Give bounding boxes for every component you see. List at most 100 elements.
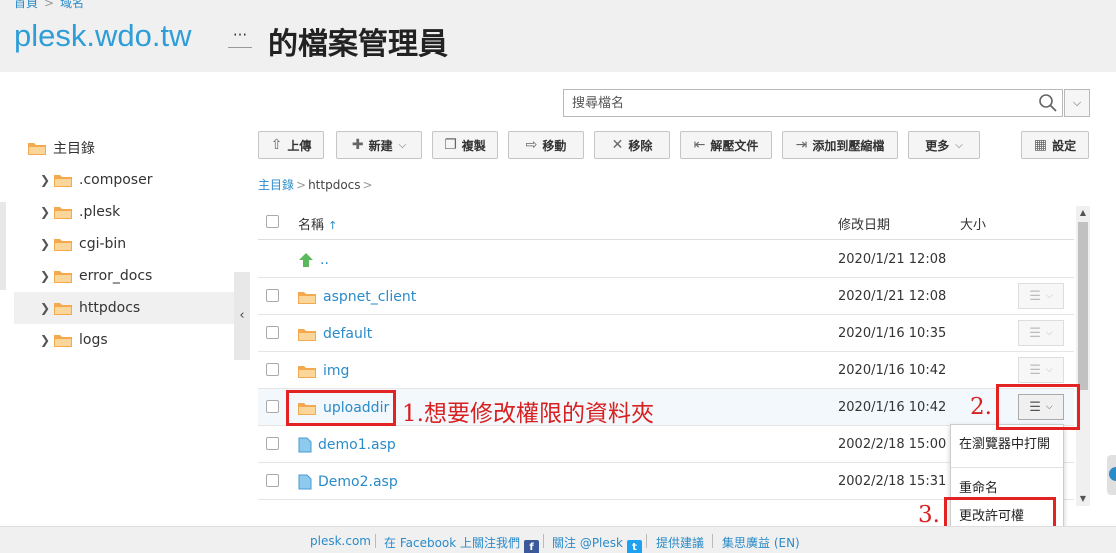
tree-item-plesk[interactable]: ❯ .plesk — [14, 196, 234, 228]
chevron-right-icon[interactable]: ❯ — [40, 301, 54, 315]
folder-icon — [54, 303, 72, 315]
scroll-up-icon[interactable]: ▲ — [1076, 206, 1090, 220]
footer-twitter-label: 關注 @Plesk — [552, 536, 623, 550]
menu-item-rename[interactable]: 重命名 — [959, 477, 998, 496]
new-label: 新建 — [368, 138, 393, 153]
row-checkbox[interactable] — [266, 363, 279, 376]
row-actions-menu-button[interactable]: ☰ ⌵ — [1018, 357, 1064, 383]
table-row[interactable]: img 2020/1/16 10:42 ☰ ⌵ — [258, 352, 1074, 389]
folder-icon — [298, 328, 316, 341]
side-feedback-widget[interactable] — [1107, 455, 1116, 495]
annotation-note-1: 1.想要修改權限的資料夾 — [402, 401, 654, 427]
row-actions-menu-button[interactable]: ☰ ⌵ — [1018, 320, 1064, 346]
tree-item-label: httpdocs — [79, 300, 141, 316]
table-scrollbar[interactable]: ▲ ▼ — [1076, 206, 1090, 506]
path-breadcrumb: 主目錄 > httpdocs > — [258, 176, 375, 193]
menu-item-open-in-browser[interactable]: 在瀏覽器中打開 — [959, 433, 1050, 452]
table-row[interactable]: .. 2020/1/21 12:08 — [258, 241, 1074, 278]
more-button[interactable]: 更多 ⌵ — [908, 131, 980, 159]
column-header-date[interactable]: 修改日期 — [838, 214, 890, 233]
row-name-label: .. — [320, 251, 329, 268]
site-title-link[interactable]: plesk.wdo.tw — [14, 18, 191, 54]
copy-icon: ❐ — [444, 137, 457, 153]
delete-button[interactable]: ✕ 移除 — [594, 131, 670, 159]
chevron-right-icon[interactable]: ❯ — [40, 237, 54, 251]
table-row[interactable]: default 2020/1/16 10:35 ☰ ⌵ — [258, 315, 1074, 352]
tree-root[interactable]: 主目錄 — [28, 138, 95, 158]
select-all-checkbox[interactable] — [266, 215, 279, 228]
archive-icon: ⇥ — [795, 137, 808, 153]
collapse-tree-button[interactable]: ‹ — [234, 272, 250, 360]
row-checkbox[interactable] — [266, 400, 279, 413]
facebook-icon: f — [524, 540, 540, 553]
footer-plesk-link[interactable]: plesk.com — [310, 534, 371, 548]
footer-facebook-link[interactable]: 在 Facebook 上關注我們 f — [384, 534, 540, 553]
folder-icon — [54, 207, 72, 219]
search-options-dropdown[interactable]: ⌵ — [1064, 89, 1090, 117]
up-arrow-icon — [299, 252, 313, 267]
tree-item-logs[interactable]: ❯ logs — [14, 324, 234, 356]
footer-suggest-link[interactable]: 提供建議 — [656, 534, 704, 551]
add-to-archive-button[interactable]: ⇥ 添加到壓縮檔 — [782, 131, 898, 159]
hamburger-icon: ☰ — [1029, 325, 1041, 341]
row-name-label: img — [323, 362, 350, 379]
chevron-right-icon[interactable]: ❯ — [40, 173, 54, 187]
footer-divider — [543, 534, 544, 548]
row-checkbox[interactable] — [266, 326, 279, 339]
move-label: 移動 — [542, 138, 567, 153]
table-row[interactable]: aspnet_client 2020/1/21 12:08 ☰ ⌵ — [258, 278, 1074, 315]
chevron-down-icon: ⌵ — [955, 139, 963, 151]
new-button[interactable]: ✚ 新建 ⌵ — [336, 131, 422, 159]
breadcrumb-domains[interactable]: 域名 — [60, 0, 84, 10]
row-checkbox[interactable] — [266, 474, 279, 487]
row-name[interactable]: img — [298, 352, 349, 389]
row-name-label: Demo2.asp — [318, 473, 398, 490]
page-title: 的檔案管理員 — [268, 27, 448, 62]
row-checkbox[interactable] — [266, 289, 279, 302]
folder-icon — [54, 335, 72, 347]
row-name[interactable]: default — [298, 315, 372, 352]
top-breadcrumb: 首頁 > 域名 — [14, 0, 84, 11]
chevron-right-icon[interactable]: ❯ — [40, 269, 54, 283]
row-name[interactable]: demo1.asp — [298, 426, 396, 463]
upload-button[interactable]: ⇧ 上傳 — [258, 131, 324, 159]
tree-item-error-docs[interactable]: ❯ error_docs — [14, 260, 234, 292]
footer-divider — [646, 534, 647, 548]
row-name[interactable]: aspnet_client — [298, 278, 416, 315]
column-header-size[interactable]: 大小 — [960, 214, 986, 233]
move-button[interactable]: ⇨ 移動 — [508, 131, 584, 159]
extract-button[interactable]: ⇤ 解壓文件 — [680, 131, 772, 159]
copy-button[interactable]: ❐ 複製 — [432, 131, 498, 159]
breadcrumb-home[interactable]: 首頁 — [14, 0, 38, 10]
site-more-button[interactable]: ··· — [228, 24, 252, 48]
tree-item-httpdocs[interactable]: ❯ httpdocs — [14, 292, 234, 324]
upload-icon: ⇧ — [270, 137, 283, 153]
row-checkbox[interactable] — [266, 437, 279, 450]
chevron-down-icon: ⌵ — [1045, 365, 1053, 375]
tree-item-composer[interactable]: ❯ .composer — [14, 164, 234, 196]
chevron-right-icon[interactable]: ❯ — [40, 333, 54, 347]
tree-item-label: error_docs — [79, 268, 153, 284]
row-name[interactable]: .. — [298, 241, 329, 278]
column-header-name[interactable]: 名稱 ↑ — [298, 214, 337, 233]
row-name[interactable]: Demo2.asp — [298, 463, 398, 500]
row-date: 2020/1/21 12:08 — [838, 289, 947, 304]
footer-twitter-link[interactable]: 關注 @Plesk t — [552, 534, 642, 553]
chevron-down-icon: ⌵ — [1072, 96, 1082, 109]
scrollbar-thumb[interactable] — [1078, 222, 1088, 390]
annotation-box-folder — [286, 390, 396, 426]
left-edge-handle — [0, 202, 6, 290]
settings-button[interactable]: ▦ 設定 — [1021, 131, 1089, 159]
scroll-down-icon[interactable]: ▼ — [1076, 492, 1090, 506]
row-date: 2002/2/18 15:00 — [838, 437, 947, 452]
tree-item-cgi-bin[interactable]: ❯ cgi-bin — [14, 228, 234, 260]
search-icon[interactable] — [1038, 93, 1058, 113]
delete-label: 移除 — [628, 138, 653, 153]
annotation-box-menu — [996, 384, 1080, 430]
breadcrumb-root[interactable]: 主目錄 — [258, 178, 294, 192]
footer-uservoice-link[interactable]: 集思廣益 (EN) — [722, 534, 800, 551]
chevron-right-icon[interactable]: ❯ — [40, 205, 54, 219]
row-actions-menu-button[interactable]: ☰ ⌵ — [1018, 283, 1064, 309]
row-date: 2002/2/18 15:31 — [838, 474, 947, 489]
search-input[interactable] — [564, 90, 1024, 116]
